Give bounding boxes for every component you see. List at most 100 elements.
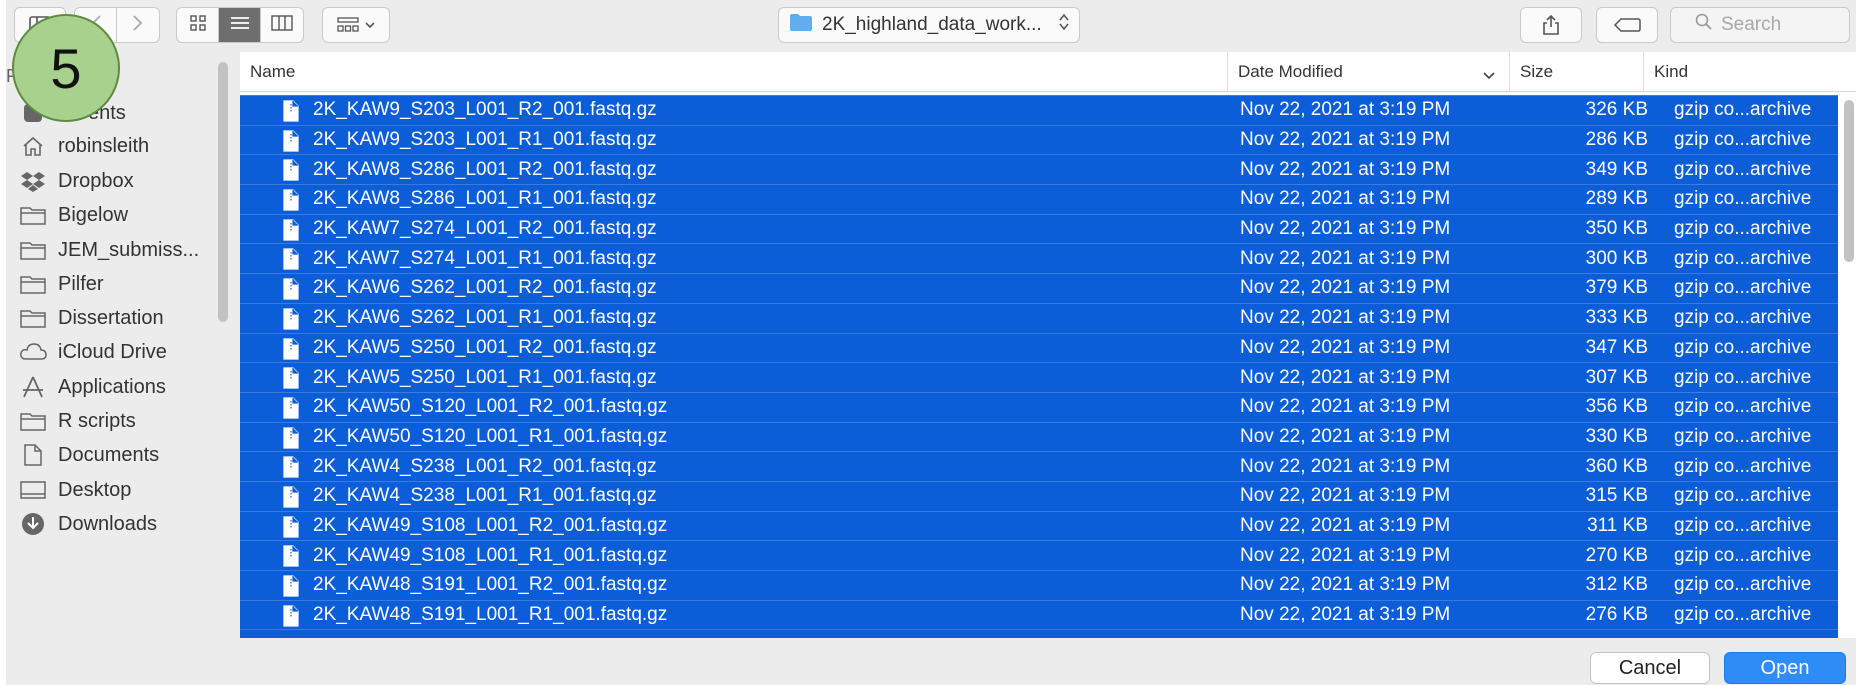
sidebar-item-downloads[interactable]: Downloads: [18, 508, 157, 540]
list-scrollbar[interactable]: [1844, 100, 1854, 262]
folder-icon: [18, 270, 48, 298]
file-name: 2K_KAW6_S262_L001_R2_001.fastq.gz: [313, 277, 657, 299]
list-view-button[interactable]: [219, 8, 261, 42]
table-row[interactable]: 2K_KAW7_S274_L001_R2_001.fastq.gz Nov 22,…: [240, 213, 1838, 244]
share-button[interactable]: [1520, 7, 1582, 43]
table-row[interactable]: 2K_KAW4_S238_L001_R1_001.fastq.gz Nov 22,…: [240, 480, 1838, 511]
file-rows: 2K_KAW9_S203_L001_R2_001.fastq.gz Nov 22,…: [240, 95, 1838, 638]
file-name: 2K_KAW4_S238_L001_R1_001.fastq.gz: [313, 485, 657, 507]
file-size: 379 KB: [1585, 277, 1648, 299]
file-size: 347 KB: [1585, 336, 1648, 358]
path-label: 2K_highland_data_work...: [822, 14, 1042, 35]
column-header-label: Kind: [1654, 62, 1689, 81]
file-kind: gzip co...archive: [1674, 514, 1812, 536]
table-row[interactable]: 2K_KAW48_S191_L001_R1_001.fastq.gz Nov 22…: [240, 599, 1838, 630]
group-by-button[interactable]: [322, 7, 390, 43]
sidebar-item-dissertation[interactable]: Dissertation: [18, 302, 164, 334]
table-row[interactable]: 2K_KAW8_S286_L001_R2_001.fastq.gz Nov 22,…: [240, 154, 1838, 185]
search-placeholder: Search: [1721, 14, 1782, 35]
table-row[interactable]: 2K_KAW6_S262_L001_R2_001.fastq.gz Nov 22,…: [240, 273, 1838, 303]
file-date-modified: Nov 22, 2021 at 3:19 PM: [1240, 129, 1451, 151]
sidebar-item-applications[interactable]: Applications: [18, 371, 166, 403]
column-header-date-modified[interactable]: Date Modified: [1228, 52, 1510, 92]
file-kind: gzip co...archive: [1674, 158, 1812, 180]
table-row[interactable]: 2K_KAW49_S108_L001_R2_001.fastq.gz Nov 22…: [240, 510, 1838, 541]
file-size: 289 KB: [1585, 188, 1648, 210]
tag-button[interactable]: [1596, 7, 1658, 43]
sidebar-item-jem-submission[interactable]: JEM_submiss...: [18, 234, 199, 266]
table-row[interactable]: 2K_KAW9_S203_L001_R1_001.fastq.gz Nov 22,…: [240, 124, 1838, 155]
file-kind: gzip co...archive: [1674, 604, 1812, 626]
folder-icon: [18, 304, 48, 332]
file-size: 300 KB: [1585, 247, 1648, 269]
column-header-name[interactable]: Name: [240, 52, 1228, 92]
file-date-modified: Nov 22, 2021 at 3:19 PM: [1240, 336, 1451, 358]
file-date-modified: Nov 22, 2021 at 3:19 PM: [1240, 247, 1451, 269]
file-date-modified: Nov 22, 2021 at 3:19 PM: [1240, 514, 1451, 536]
sidebar-item-label: R scripts: [58, 409, 136, 432]
file-name: 2K_KAW6_S262_L001_R1_001.fastq.gz: [313, 307, 657, 329]
file-list: Name Date Modified Size Kind 2K_KAW9_S20…: [240, 52, 1856, 638]
file-date-modified: Nov 22, 2021 at 3:19 PM: [1240, 604, 1451, 626]
cancel-button[interactable]: Cancel: [1590, 652, 1710, 684]
file-size: 311 KB: [1587, 514, 1648, 536]
search-field[interactable]: Search: [1670, 7, 1850, 43]
file-date-modified: Nov 22, 2021 at 3:19 PM: [1240, 455, 1451, 477]
file-name: 2K_KAW7_S274_L001_R1_001.fastq.gz: [313, 247, 657, 269]
table-row[interactable]: 2K_KAW7_S274_L001_R1_001.fastq.gz Nov 22,…: [240, 243, 1838, 274]
table-row[interactable]: 2K_KAW50_S120_L001_R2_001.fastq.gz Nov 22…: [240, 391, 1838, 422]
file-name: 2K_KAW9_S203_L001_R1_001.fastq.gz: [313, 129, 657, 151]
file-size: 286 KB: [1585, 129, 1648, 151]
column-header-kind[interactable]: Kind: [1644, 52, 1838, 92]
sidebar-item-icloud-drive[interactable]: iCloud Drive: [18, 336, 167, 368]
sidebar-item-label: Desktop: [58, 478, 132, 501]
table-row[interactable]: 2K_KAW6_S262_L001_R1_001.fastq.gz Nov 22,…: [240, 302, 1838, 333]
file-name: 2K_KAW49_S108_L001_R2_001.fastq.gz: [313, 514, 668, 536]
file-kind: gzip co...archive: [1674, 336, 1812, 358]
folder-icon: [18, 407, 48, 435]
column-header-size[interactable]: Size: [1510, 52, 1644, 92]
column-view-button[interactable]: [261, 8, 303, 42]
sidebar-item-r-scripts[interactable]: R scripts: [18, 405, 136, 437]
sidebar-item-dropbox[interactable]: Dropbox: [18, 165, 134, 197]
file-size: 333 KB: [1585, 307, 1648, 329]
desktop-icon: [18, 476, 48, 504]
table-row[interactable]: 2K_KAW8_S286_L001_R1_001.fastq.gz Nov 22,…: [240, 184, 1838, 214]
column-header-label: Name: [250, 62, 296, 81]
open-button[interactable]: Open: [1724, 652, 1846, 684]
sidebar-item-label: JEM_submiss...: [58, 238, 200, 261]
file-kind: gzip co...archive: [1674, 574, 1812, 596]
path-popup[interactable]: 2K_highland_data_work...: [778, 7, 1080, 43]
table-row[interactable]: 2K_KAW9_S203_L001_R2_001.fastq.gz Nov 22,…: [240, 95, 1838, 125]
table-row[interactable]: 2K_KAW5_S250_L001_R2_001.fastq.gz Nov 22,…: [240, 332, 1838, 363]
sidebar-item-documents[interactable]: Documents: [18, 439, 159, 471]
file-name: 2K_KAW49_S108_L001_R1_001.fastq.gz: [313, 544, 668, 566]
up-down-chevron-icon: [1059, 13, 1069, 37]
column-header-label: Date Modified: [1238, 62, 1343, 81]
sidebar-item-desktop[interactable]: Desktop: [18, 474, 131, 506]
sidebar-item-robinsleith[interactable]: robinsleith: [18, 130, 149, 162]
sidebar-item-pilfer[interactable]: Pilfer: [18, 268, 104, 300]
downloads-icon: [18, 510, 48, 538]
file-name: 2K_KAW8_S286_L001_R1_001.fastq.gz: [313, 188, 657, 210]
file-name: 2K_KAW5_S250_L001_R2_001.fastq.gz: [313, 336, 657, 358]
dialog-footer: Cancel Open: [6, 638, 1856, 685]
dropbox-icon: [18, 167, 48, 195]
file-size: 349 KB: [1585, 158, 1648, 180]
sidebar-scrollbar[interactable]: [218, 62, 228, 322]
sidebar-item-label: Downloads: [58, 512, 157, 535]
file-name: 2K_KAW7_S274_L001_R2_001.fastq.gz: [313, 218, 657, 240]
sidebar-item-bigelow[interactable]: Bigelow: [18, 199, 128, 231]
sidebar-item-label: robinsleith: [58, 134, 150, 157]
table-row[interactable]: 2K_KAW49_S108_L001_R1_001.fastq.gz Nov 22…: [240, 540, 1838, 570]
table-row[interactable]: 2K_KAW48_S191_L001_R2_001.fastq.gz Nov 22…: [240, 570, 1838, 600]
table-row-partial[interactable]: [240, 629, 1838, 638]
table-row[interactable]: 2K_KAW4_S238_L001_R2_001.fastq.gz Nov 22,…: [240, 451, 1838, 481]
forward-button[interactable]: [117, 8, 159, 42]
folder-icon: [18, 201, 48, 229]
file-kind: gzip co...archive: [1674, 485, 1812, 507]
icon-view-button[interactable]: [177, 8, 219, 42]
table-row[interactable]: 2K_KAW5_S250_L001_R1_001.fastq.gz Nov 22,…: [240, 362, 1838, 392]
table-row[interactable]: 2K_KAW50_S120_L001_R1_001.fastq.gz Nov 22…: [240, 421, 1838, 452]
grid-icon: [189, 14, 206, 36]
